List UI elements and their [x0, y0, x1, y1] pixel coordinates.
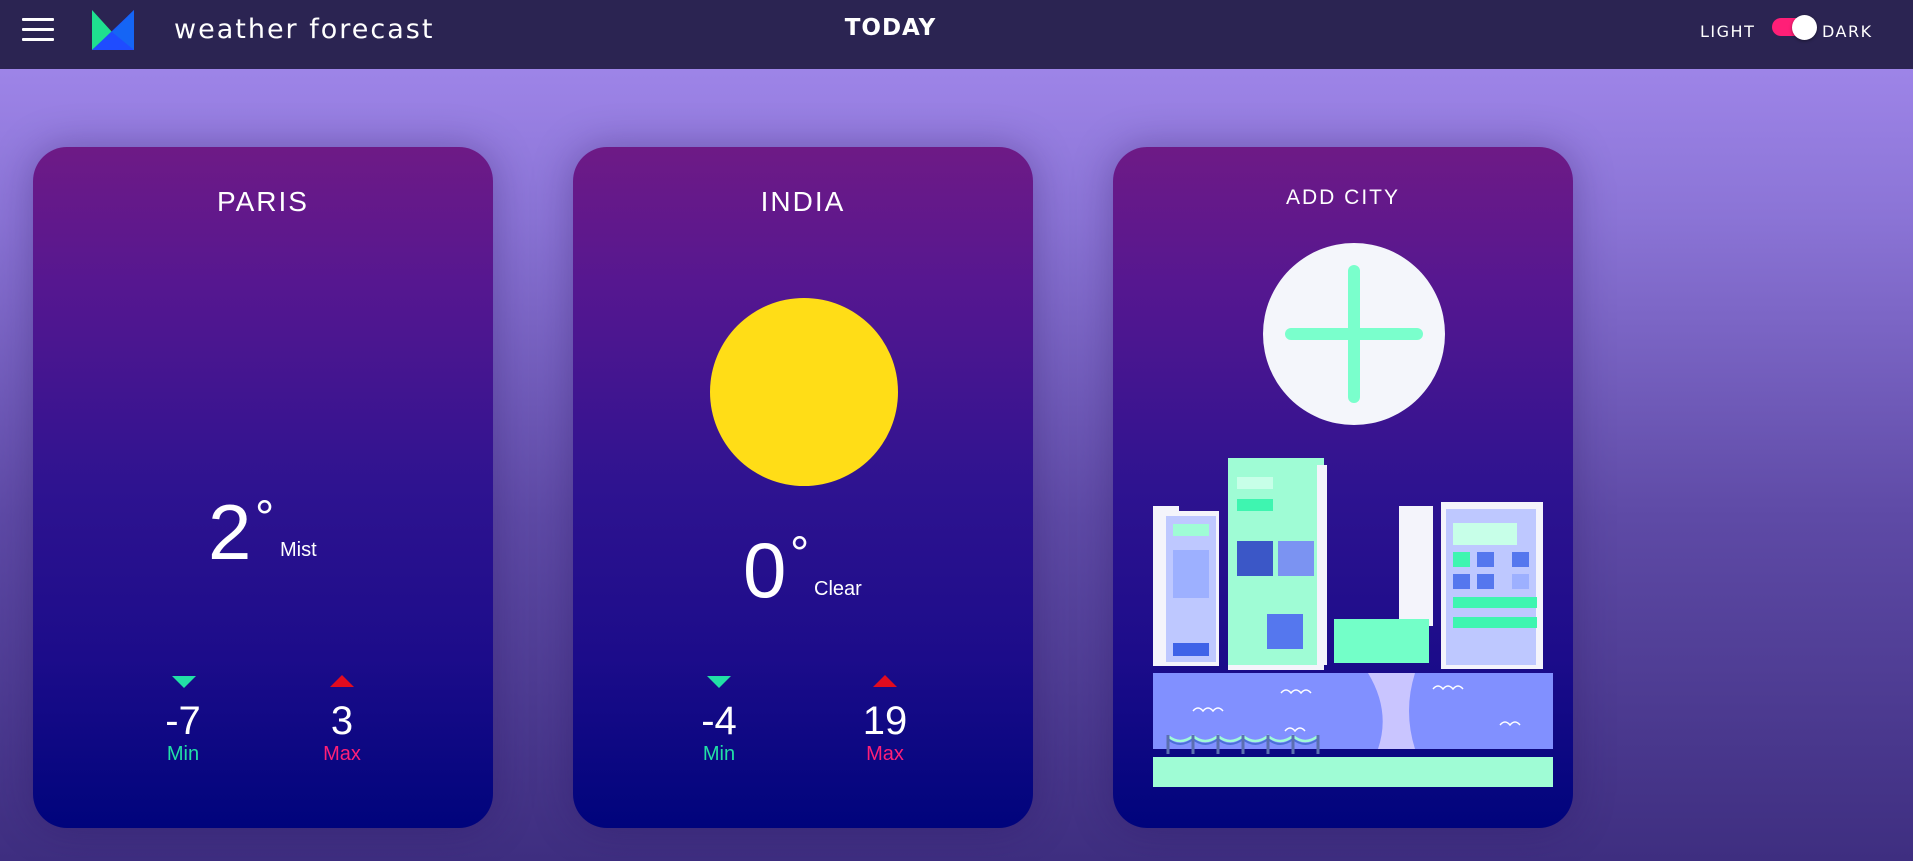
plus-icon[interactable] [1261, 241, 1447, 427]
theme-light-label[interactable]: LIGHT [1700, 22, 1755, 41]
weather-condition: Mist [280, 539, 317, 561]
min-arrow-icon [172, 676, 196, 688]
add-city-label: ADD CITY [1285, 186, 1400, 209]
app-logo-icon [92, 10, 134, 50]
degree-symbol: ° [255, 492, 275, 545]
min-arrow-icon [707, 676, 731, 688]
add-city-card[interactable]: ADD CITY [1113, 147, 1573, 828]
sun-icon [710, 298, 898, 486]
weather-card-india[interactable]: INDIA 0 ° Clear -4 Min 19 Max [573, 147, 1033, 828]
max-label: Max [866, 743, 904, 765]
min-temperature: -4 [701, 699, 737, 743]
degree-symbol: ° [790, 528, 810, 581]
max-label: Max [323, 743, 361, 765]
weather-card-paris[interactable]: PARIS 2 ° Mist -7 Min 3 Max [33, 147, 493, 828]
max-arrow-icon [330, 675, 354, 687]
weather-condition: Clear [814, 578, 862, 600]
app-title: weather forecast [174, 14, 435, 45]
theme-toggle[interactable] [1772, 15, 1817, 40]
page-title: TODAY [844, 15, 937, 41]
max-arrow-icon [873, 675, 897, 687]
temperature-value: 2 [208, 488, 252, 576]
min-label: Min [702, 743, 736, 765]
city-skyline-illustration [1153, 458, 1553, 787]
min-temperature: -7 [165, 699, 201, 743]
theme-dark-label[interactable]: DARK [1822, 22, 1873, 41]
city-name: INDIA [760, 186, 846, 217]
temperature-value: 0 [743, 526, 787, 614]
hamburger-menu-icon[interactable] [22, 18, 54, 42]
max-temperature: 3 [330, 699, 354, 743]
city-name: PARIS [217, 186, 309, 217]
toggle-knob [1792, 15, 1817, 40]
top-bar: weather forecast TODAY LIGHT DARK [0, 0, 1913, 69]
min-label: Min [166, 743, 200, 765]
max-temperature: 19 [862, 699, 908, 743]
